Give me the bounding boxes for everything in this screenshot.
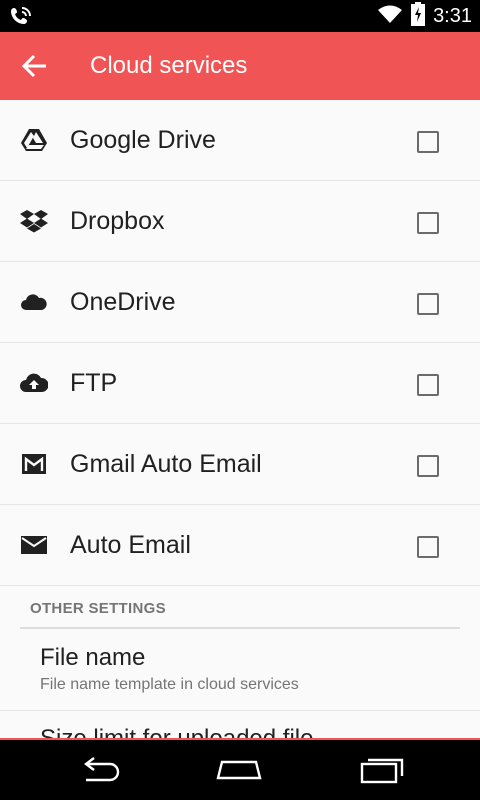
home-nav-icon[interactable]	[214, 754, 264, 786]
battery-charging-icon	[411, 2, 426, 30]
service-label: Google Drive	[70, 126, 216, 154]
navigation-bar	[0, 740, 480, 800]
email-icon	[20, 533, 48, 557]
service-row-google-drive[interactable]: Google Drive	[0, 100, 480, 181]
wifi-icon	[377, 4, 403, 28]
checkbox[interactable]	[417, 293, 439, 315]
service-row-dropbox[interactable]: Dropbox	[0, 181, 480, 262]
back-nav-icon[interactable]	[76, 754, 126, 786]
service-row-onedrive[interactable]: OneDrive	[0, 262, 480, 343]
status-bar: 3:31	[0, 0, 480, 32]
status-time: 3:31	[433, 4, 472, 27]
app-bar: Cloud services	[0, 32, 480, 100]
service-label: Auto Email	[70, 531, 191, 559]
checkbox[interactable]	[417, 212, 439, 234]
service-row-gmail-auto-email[interactable]: Gmail Auto Email	[0, 424, 480, 505]
preference-title: File name	[40, 644, 146, 671]
cloud-icon	[20, 290, 48, 314]
phone-wifi-icon	[8, 4, 34, 28]
service-label: OneDrive	[70, 288, 176, 316]
checkbox[interactable]	[417, 374, 439, 396]
checkbox[interactable]	[417, 455, 439, 477]
gmail-icon	[20, 452, 48, 476]
service-list: Google Drive Dropbox OneDrive FTP Gmail …	[0, 100, 480, 586]
divider	[20, 627, 460, 629]
service-row-auto-email[interactable]: Auto Email	[0, 505, 480, 586]
preference-summary: File name template in cloud services	[40, 676, 299, 693]
arrow-back-icon[interactable]	[18, 50, 52, 82]
google-drive-icon	[20, 128, 48, 152]
checkbox[interactable]	[417, 131, 439, 153]
service-label: FTP	[70, 369, 118, 397]
service-label: Gmail Auto Email	[70, 450, 262, 478]
dropbox-icon	[20, 209, 48, 233]
section-title: OTHER SETTINGS	[30, 600, 166, 617]
service-label: Dropbox	[70, 207, 165, 235]
section-header: OTHER SETTINGS	[0, 590, 480, 630]
service-row-ftp[interactable]: FTP	[0, 343, 480, 424]
cloud-upload-icon	[20, 371, 49, 395]
size-limit-preference[interactable]: Size limit for uploaded file	[0, 711, 480, 741]
checkbox[interactable]	[417, 536, 439, 558]
recents-nav-icon[interactable]	[356, 754, 406, 786]
page-title: Cloud services	[90, 52, 248, 79]
file-name-preference[interactable]: File name File name template in cloud se…	[0, 632, 480, 711]
